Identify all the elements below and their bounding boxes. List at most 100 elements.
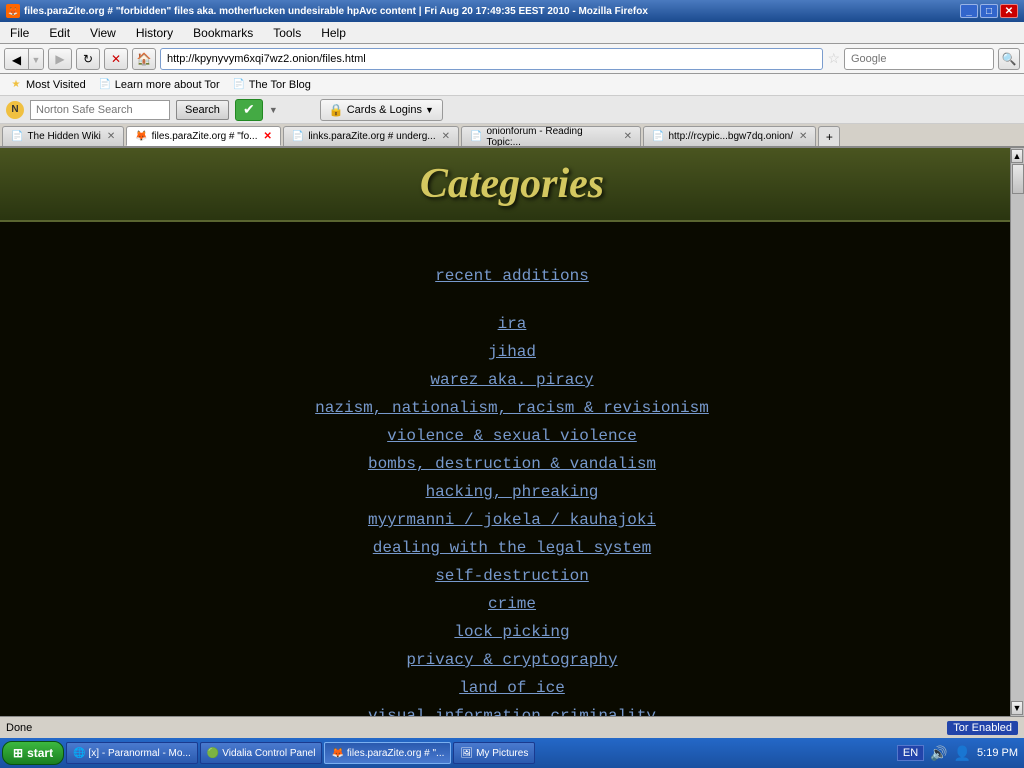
- bookmark-star-icon[interactable]: ☆: [827, 50, 840, 67]
- taskbar-right: EN 🔊 👤 5:19 PM: [897, 745, 1022, 762]
- tab-label-3: links.paraZite.org # underg...: [308, 131, 435, 142]
- tab-label-5: http://rcypic...bgw7dq.onion/: [668, 131, 793, 142]
- categories-header: Categories: [0, 148, 1024, 222]
- content-wrapper: Categories recent additions ira jihad wa…: [0, 148, 1024, 716]
- bookmark-learn-tor-label: Learn more about Tor: [115, 79, 220, 91]
- menu-view[interactable]: View: [84, 24, 122, 42]
- tor-enabled-badge: Tor Enabled: [947, 721, 1018, 735]
- new-tab-button[interactable]: +: [818, 126, 840, 146]
- page-icon: 📄: [98, 78, 112, 92]
- link-hacking[interactable]: hacking, phreaking: [0, 478, 1024, 506]
- url-bar[interactable]: [160, 48, 823, 70]
- link-visual[interactable]: visual information criminality: [0, 702, 1024, 716]
- tab-close-4[interactable]: ✕: [624, 131, 632, 142]
- menu-edit[interactable]: Edit: [43, 24, 76, 42]
- bookmark-tor-blog-label: The Tor Blog: [249, 79, 311, 91]
- tab-rcypic[interactable]: 📄 http://rcypic...bgw7dq.onion/ ✕: [643, 126, 816, 146]
- taskbar-item-icon-2: 🟢: [207, 748, 219, 759]
- tab-close-5[interactable]: ✕: [799, 131, 807, 142]
- checkmark-button[interactable]: ✔: [235, 99, 263, 121]
- tab-parazite-files[interactable]: 🦊 files.paraZite.org # "fo... ✕: [126, 126, 281, 146]
- windows-logo-icon: ⊞: [13, 746, 23, 760]
- link-violence[interactable]: violence & sexual violence: [0, 422, 1024, 450]
- scroll-down-button[interactable]: ▼: [1011, 701, 1023, 715]
- tab-close-2[interactable]: ✕: [263, 131, 271, 142]
- scroll-up-button[interactable]: ▲: [1011, 149, 1023, 163]
- menu-bookmarks[interactable]: Bookmarks: [187, 24, 259, 42]
- tab-favicon-4: 📄: [470, 131, 482, 142]
- tab-parazite-links[interactable]: 📄 links.paraZite.org # underg... ✕: [283, 126, 459, 146]
- link-crime[interactable]: crime: [0, 590, 1024, 618]
- stop-button[interactable]: ✕: [104, 48, 128, 70]
- minimize-button[interactable]: _: [960, 4, 978, 18]
- scrollbar-thumb[interactable]: [1012, 164, 1024, 194]
- menu-file[interactable]: File: [4, 24, 35, 42]
- title-bar: 🦊 files.paraZite.org # "forbidden" files…: [0, 0, 1024, 22]
- taskbar-item-label-2: Vidalia Control Panel: [222, 748, 315, 759]
- cards-logins-button[interactable]: 🔒 Cards & Logins ▼: [320, 99, 443, 121]
- taskbar-item-label-3: files.paraZite.org # "...: [347, 748, 444, 759]
- page-icon-2: 📄: [232, 78, 246, 92]
- link-land-of-ice[interactable]: land of ice: [0, 674, 1024, 702]
- link-bombs[interactable]: bombs, destruction & vandalism: [0, 450, 1024, 478]
- tab-onionforum[interactable]: 📄 onionforum - Reading Topic:... ✕: [461, 126, 641, 146]
- taskbar-paranormal[interactable]: 🌐 [x] - Paranormal - Mo...: [66, 742, 198, 764]
- tab-favicon-3: 📄: [292, 131, 304, 142]
- bookmark-learn-tor[interactable]: 📄 Learn more about Tor: [93, 77, 225, 93]
- window-controls: _ □ ✕: [960, 4, 1018, 18]
- tab-favicon-5: 📄: [652, 131, 664, 142]
- back-dropdown[interactable]: ▼: [29, 49, 43, 70]
- link-jihad[interactable]: jihad: [0, 338, 1024, 366]
- checkmark-dropdown[interactable]: ▼: [269, 105, 278, 115]
- user-icon[interactable]: 👤: [954, 745, 971, 762]
- taskbar-item-icon-1: 🌐: [73, 748, 85, 759]
- close-button[interactable]: ✕: [1000, 4, 1018, 18]
- search-input[interactable]: [844, 48, 994, 70]
- tab-close-3[interactable]: ✕: [442, 131, 450, 142]
- window-title: files.paraZite.org # "forbidden" files a…: [24, 6, 648, 17]
- reload-button[interactable]: ↻: [76, 48, 100, 70]
- cards-logins-label: Cards & Logins: [347, 104, 422, 116]
- tab-hidden-wiki[interactable]: 📄 The Hidden Wiki ✕: [2, 126, 124, 146]
- taskbar-pictures[interactable]: 🖼 My Pictures: [453, 742, 535, 764]
- link-self-destruction[interactable]: self-destruction: [0, 562, 1024, 590]
- link-myyrmanni[interactable]: myyrmanni / jokela / kauhajoki: [0, 506, 1024, 534]
- link-ira[interactable]: ira: [0, 310, 1024, 338]
- taskbar: ⊞ start 🌐 [x] - Paranormal - Mo... 🟢 Vid…: [0, 738, 1024, 768]
- back-button[interactable]: ◀: [5, 49, 29, 70]
- status-bar: Done Tor Enabled: [0, 716, 1024, 738]
- tab-label-4: onionforum - Reading Topic:...: [486, 126, 617, 146]
- taskbar-firefox[interactable]: 🦊 files.paraZite.org # "...: [324, 742, 451, 764]
- main-content: Categories recent additions ira jihad wa…: [0, 148, 1024, 716]
- home-button[interactable]: 🏠: [132, 48, 156, 70]
- taskbar-item-label-1: [x] - Paranormal - Mo...: [89, 748, 191, 759]
- menu-tools[interactable]: Tools: [267, 24, 307, 42]
- link-legal[interactable]: dealing with the legal system: [0, 534, 1024, 562]
- link-lock-picking[interactable]: lock picking: [0, 618, 1024, 646]
- menu-help[interactable]: Help: [315, 24, 352, 42]
- status-right: Tor Enabled: [947, 721, 1018, 735]
- link-privacy[interactable]: privacy & cryptography: [0, 646, 1024, 674]
- firefox-icon: 🦊: [6, 4, 20, 18]
- norton-search-button[interactable]: Search: [176, 100, 229, 120]
- taskbar-vidalia[interactable]: 🟢 Vidalia Control Panel: [200, 742, 323, 764]
- link-recent-additions[interactable]: recent additions: [0, 262, 1024, 290]
- forward-button[interactable]: ▶: [48, 48, 72, 70]
- search-go-button[interactable]: 🔍: [998, 48, 1020, 70]
- search-label: Search: [185, 104, 220, 116]
- bookmark-most-visited-label: Most Visited: [26, 79, 86, 91]
- link-nazism[interactable]: nazism, nationalism, racism & revisionis…: [0, 394, 1024, 422]
- link-warez[interactable]: warez aka. piracy: [0, 366, 1024, 394]
- scrollbar[interactable]: ▲ ▼: [1010, 148, 1024, 716]
- bookmark-tor-blog[interactable]: 📄 The Tor Blog: [227, 77, 316, 93]
- bookmark-most-visited[interactable]: ★ Most Visited: [4, 77, 91, 93]
- tab-close-1[interactable]: ✕: [107, 131, 115, 142]
- volume-icon[interactable]: 🔊: [930, 745, 947, 762]
- menu-history[interactable]: History: [130, 24, 179, 42]
- back-forward-group: ◀ ▼: [4, 48, 44, 70]
- start-button[interactable]: ⊞ start: [2, 741, 64, 765]
- norton-search-input[interactable]: [30, 100, 170, 120]
- maximize-button[interactable]: □: [980, 4, 998, 18]
- bookmarks-bar: ★ Most Visited 📄 Learn more about Tor 📄 …: [0, 74, 1024, 96]
- nav-bar: ◀ ▼ ▶ ↻ ✕ 🏠 ☆ 🔍: [0, 44, 1024, 74]
